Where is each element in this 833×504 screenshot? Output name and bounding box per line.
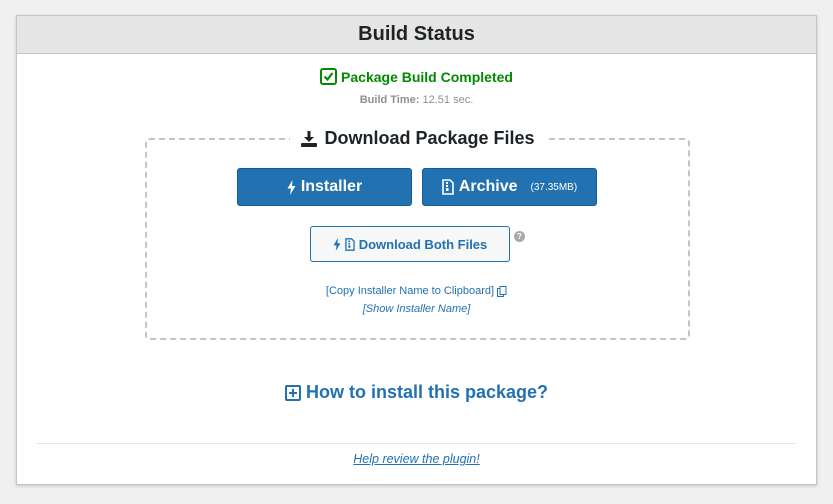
bolt-icon: [333, 237, 341, 251]
file-archive-icon: [345, 237, 355, 251]
build-time: Build Time: 12.51 sec.: [17, 94, 816, 106]
download-icon: [301, 130, 318, 147]
download-legend: Download Package Files: [290, 128, 544, 149]
archive-button-label: Archive: [458, 178, 518, 195]
copy-installer-name-link[interactable]: [Copy Installer Name to Clipboard]: [17, 285, 816, 297]
file-archive-icon: [441, 179, 454, 195]
bolt-icon: [287, 179, 296, 195]
footer-divider: [37, 443, 796, 444]
download-both-label: Download Both Files: [358, 236, 488, 252]
archive-button[interactable]: Archive (37.35MB): [422, 168, 597, 206]
build-time-label: Build Time:: [359, 94, 420, 106]
plus-square-icon: [284, 384, 301, 401]
build-status-message: Package Build Completed: [341, 68, 513, 85]
show-installer-name-link[interactable]: [Show Installer Name]: [17, 303, 816, 315]
how-to-install-toggle[interactable]: How to install this package?: [17, 382, 816, 403]
check-square-icon: [320, 68, 338, 85]
help-review-plugin-link[interactable]: Help review the plugin!: [17, 452, 816, 466]
installer-button[interactable]: Installer: [237, 168, 412, 206]
installer-button-label: Installer: [300, 178, 363, 195]
build-status-line: Package Build Completed: [17, 68, 816, 85]
archive-size: (37.35MB): [530, 181, 578, 193]
panel-title: Build Status: [358, 23, 475, 45]
how-to-install-label: How to install this package?: [305, 382, 549, 402]
copy-icon: [497, 285, 507, 297]
build-time-value: 12.51 sec.: [422, 94, 474, 106]
download-both-files-button[interactable]: Download Both Files: [310, 226, 510, 262]
help-icon[interactable]: ?: [514, 231, 525, 242]
copy-installer-name-text: [Copy Installer Name to Clipboard]: [325, 285, 495, 297]
download-legend-text: Download Package Files: [324, 128, 535, 148]
build-status-panel: Build Status Package Build Completed Bui…: [16, 15, 817, 485]
panel-header: Build Status: [17, 16, 816, 54]
